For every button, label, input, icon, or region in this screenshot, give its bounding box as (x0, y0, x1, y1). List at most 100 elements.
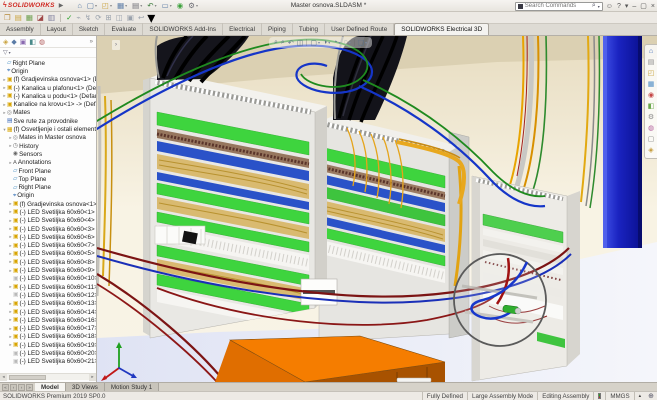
menu-flyout-icon[interactable]: ▶ (59, 2, 64, 9)
tree-item[interactable]: ▸▣(-) LED Svetiljka 60x60<19> (De (0, 341, 96, 349)
scenes-icon[interactable]: ◧ (648, 102, 655, 112)
tab-solidworks-add-ins[interactable]: SOLIDWORKS Add-Ins (143, 23, 223, 35)
tab-piping[interactable]: Piping (262, 23, 293, 35)
tab-nav-icon-1[interactable]: ‹ (10, 384, 17, 391)
view-palette-icon[interactable]: ▦ (648, 80, 655, 90)
search-input[interactable] (525, 3, 590, 9)
doc-tab-motion-study-1[interactable]: Motion Study 1 (105, 383, 159, 391)
3d-scene[interactable] (97, 36, 657, 382)
tree-item[interactable]: ▸▣(-) Kanalica u podu<1> (Defau (0, 92, 96, 100)
appearances-icon[interactable]: ◉ (648, 91, 654, 101)
report-icon[interactable]: ◪ (36, 13, 45, 23)
dropdown-caret-icon[interactable]: ▾ (365, 40, 367, 45)
tree-item[interactable]: ▱Top Plane (0, 175, 96, 183)
tree-item[interactable]: ▸▣Kanalice na krovu<1> -> (Defa (0, 100, 96, 108)
forum-icon[interactable]: ▢ (648, 135, 655, 145)
display-style-icon[interactable]: ◑▾ (323, 39, 330, 46)
home-icon[interactable]: ⌂ (75, 1, 84, 11)
status-units[interactable]: MMGS (605, 392, 633, 400)
tree-item[interactable]: ▸▣(-) Kanalica u plafonu<1> (Def (0, 84, 96, 92)
save-icon[interactable]: ▦▾ (115, 1, 129, 11)
featuremanager-tab-icon[interactable]: ◈ (3, 38, 8, 46)
tree-item[interactable]: ▸AAnnotations (0, 159, 96, 167)
validate-check-icon[interactable]: ✓ (65, 13, 73, 23)
tree-item[interactable]: ▸◎Mates in Master osnova (0, 134, 96, 142)
tree-item[interactable]: ▸▣(-) LED Svetiljka 60x60<9> (Def (0, 266, 96, 274)
tree-item[interactable]: ▸▣(-) LED Svetiljka 60x60<18> (De (0, 333, 96, 341)
dropdown-caret-icon[interactable]: ▾ (338, 40, 340, 45)
tree-item[interactable]: ▾▦(f) Osvetljenje i ostali elementi<1 (0, 125, 96, 133)
add-rail-icon[interactable]: ⊞ (105, 13, 113, 23)
tree-item[interactable]: ▣(-) LED Svetiljka 60x60<20> (De (0, 349, 96, 357)
zoom-fit-icon[interactable]: ⌕ (274, 39, 278, 47)
tab-solidworks-electrical-3d[interactable]: SOLIDWORKS Electrical 3D (394, 23, 489, 35)
tree-item[interactable]: ▸▣(f) Gradjevinska osnova<1> (D (0, 200, 96, 208)
tree-item[interactable]: ▸▣(-) LED Svetiljka 60x60<5> (Def (0, 250, 96, 258)
file-explorer-icon[interactable]: ◰ (648, 69, 655, 79)
restore-icon[interactable]: ▢ (640, 2, 647, 10)
tab-electrical[interactable]: Electrical (223, 23, 262, 35)
dropdown-caret-icon[interactable]: ▾ (95, 3, 97, 8)
route-wires-icon[interactable]: ⌁ (75, 13, 82, 23)
scroll-left-icon[interactable]: ◂ (0, 374, 7, 381)
close-icon[interactable]: × (651, 3, 655, 10)
graphics-area[interactable]: ⌕⌕↶◫▢▾◑▾◔▾◌▾❑▾ ⌂▤◰▦◉◧⚙◍▢◈ (97, 36, 657, 382)
tree-item[interactable]: ▸◎Mates (0, 109, 96, 117)
displaymanager-tab-icon[interactable]: ◍ (39, 38, 45, 46)
edit-appearance-icon[interactable]: ◌▾ (343, 39, 350, 46)
electrical-project-icon[interactable]: ❒ (3, 13, 12, 23)
tree-item[interactable]: ⌖Origin (0, 192, 96, 200)
tree-item[interactable]: ▸▣(-) LED Svetiljka 60x60<1> (Def (0, 208, 96, 216)
tree-item[interactable]: ▸▣(-) LED Svetiljka 60x60<4> (Def (0, 217, 96, 225)
new-document-icon[interactable]: ▢▾ (85, 1, 99, 11)
tree-item[interactable]: ▤Sve rute za provodnike (0, 117, 96, 125)
doc-tab-3d-views[interactable]: 3D Views (66, 383, 105, 391)
hide-show-items-icon[interactable]: ◔▾ (333, 39, 340, 46)
scroll-right-icon[interactable]: ▸ (89, 374, 96, 381)
route-cables-icon[interactable]: ↯ (84, 13, 92, 23)
tree-item[interactable]: ▸▣(-) LED Svetiljka 60x60<3> (Def (0, 225, 96, 233)
undo-route-icon[interactable]: ↩ (137, 13, 145, 23)
help-pane-icon[interactable]: ◈ (648, 146, 653, 156)
zoom-area-icon[interactable]: ⌕ (281, 39, 285, 47)
dimxpert-tab-icon[interactable]: ◧ (29, 38, 36, 46)
propertymanager-tab-icon[interactable]: ◆ (11, 38, 16, 46)
tree-item[interactable]: ▸▣(-) LED Svetiljka 60x60<6> (Def (0, 233, 96, 241)
configurationmanager-tab-icon[interactable]: ▣ (20, 38, 27, 46)
tree-item[interactable]: ▣(-) LED Svetiljka 60x60<10> (De (0, 275, 96, 283)
open-icon[interactable]: ◰▾ (100, 1, 114, 11)
tab-nav-icon-0[interactable]: « (2, 384, 9, 391)
tree-item[interactable]: ▸◷History (0, 142, 96, 150)
search-icon[interactable]: ⌕ (592, 2, 596, 10)
print-icon[interactable]: ▤▾ (130, 1, 144, 11)
dropdown-caret-icon[interactable]: ▾ (110, 3, 112, 8)
search-caret-icon[interactable]: ▾ (598, 4, 600, 9)
tree-item[interactable]: ▸▣(-) LED Svetiljka 60x60<16> (De (0, 316, 96, 324)
search-type-icon[interactable] (518, 4, 523, 9)
minimize-icon[interactable]: – (632, 3, 636, 10)
filter-icon[interactable]: ▽ (3, 49, 8, 56)
tree-item[interactable]: ▸▣(-) LED Svetiljka 60x60<11> (De (0, 283, 96, 291)
tree-item[interactable]: ▣(-) LED Svetiljka 60x60<21> (De (0, 358, 96, 366)
dropdown-caret-icon[interactable]: ▾ (170, 3, 172, 8)
performance-indicator-icon[interactable] (593, 392, 605, 400)
statusbar-expand-icon[interactable]: ▴ (634, 392, 646, 400)
add-duct-icon[interactable]: ◫ (115, 13, 124, 23)
globe-icon[interactable]: ⊕ (645, 392, 657, 400)
login-icon[interactable]: ☺ (606, 3, 613, 10)
doc-tab-model[interactable]: Model (35, 383, 66, 391)
tree-item[interactable]: ◉Sensors (0, 150, 96, 158)
dropdown-caret-icon[interactable]: ▾ (196, 3, 198, 8)
fm-tabs-overflow-icon[interactable]: » (90, 39, 93, 45)
tree-item[interactable]: ⌖Origin (0, 67, 96, 75)
tree-horizontal-scrollbar[interactable]: ◂ ▸ (0, 373, 96, 380)
options-icon[interactable]: ⚙▾ (186, 1, 200, 11)
dropdown-caret-icon[interactable]: ▾ (318, 40, 320, 45)
dropdown-caret-icon[interactable]: ▾ (140, 3, 142, 8)
select-icon[interactable]: ▭▾ (160, 1, 174, 11)
archive-environment-icon[interactable]: ▤ (14, 13, 23, 23)
comment-icon[interactable]: ❑▾ (358, 39, 367, 47)
tree-filter[interactable]: ▽ ▾ (0, 48, 96, 58)
custom-properties-icon[interactable]: ⚙ (648, 113, 654, 123)
design-library-icon[interactable]: ▤ (648, 58, 655, 68)
